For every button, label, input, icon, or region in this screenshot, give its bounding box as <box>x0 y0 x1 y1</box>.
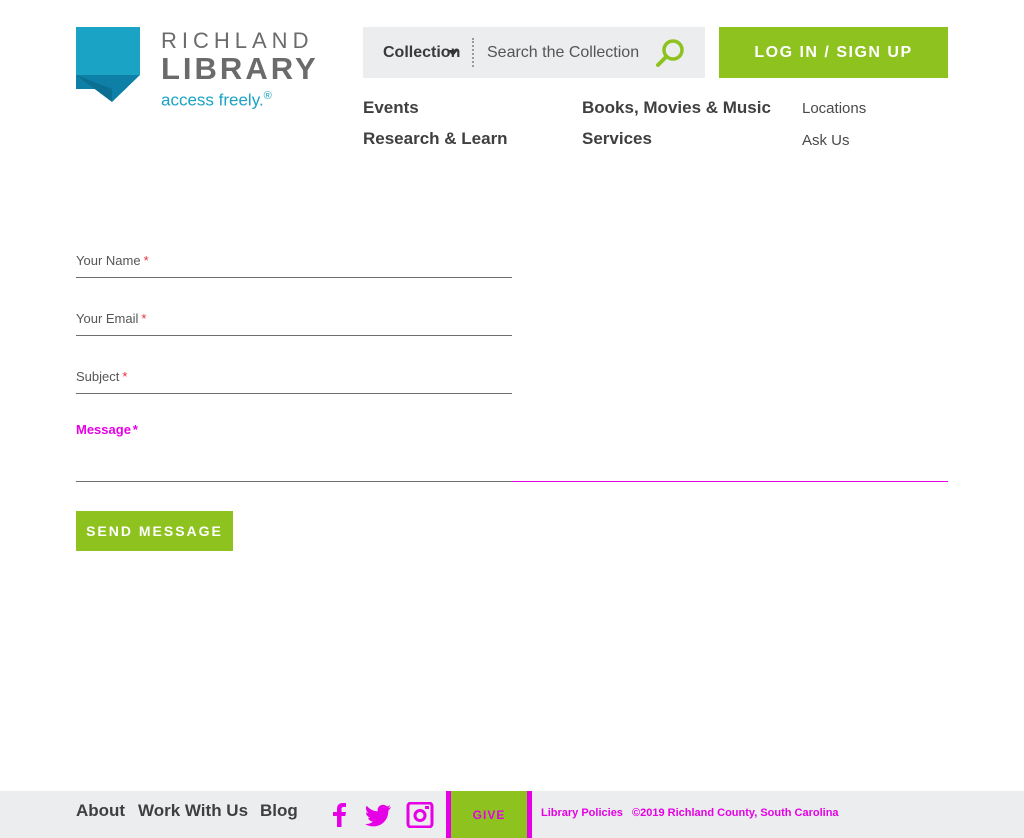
search-bar: Collection <box>363 27 705 78</box>
twitter-icon[interactable] <box>364 802 392 828</box>
footer-work-with-us-link[interactable]: Work With Us <box>138 801 248 821</box>
logo-name-line2: LIBRARY <box>161 51 319 86</box>
footer-about-link[interactable]: About <box>76 801 125 821</box>
name-label: Your Name * <box>76 253 149 268</box>
give-button[interactable]: GIVE <box>446 791 532 838</box>
subject-label: Subject * <box>76 369 128 384</box>
search-divider <box>472 38 474 67</box>
footer: About Work With Us Blog GIVE Library Pol… <box>0 791 1024 838</box>
nav-books-movies-music[interactable]: Books, Movies & Music <box>582 98 771 118</box>
logo-tagline: access freely.® <box>161 90 272 110</box>
search-scope-select[interactable]: Collection <box>383 27 473 78</box>
email-field[interactable]: Your Email * <box>76 306 512 336</box>
name-field[interactable]: Your Name * <box>76 248 512 278</box>
nav-services[interactable]: Services <box>582 129 652 149</box>
message-label: Message * <box>76 422 138 437</box>
library-policies-link[interactable]: Library Policies <box>541 807 623 819</box>
facebook-icon[interactable] <box>324 802 352 828</box>
footer-blog-link[interactable]: Blog <box>260 801 298 821</box>
message-field-underline <box>512 481 948 482</box>
email-label: Your Email * <box>76 311 147 326</box>
nav-events[interactable]: Events <box>363 98 419 118</box>
library-logo[interactable]: RICHLAND LIBRARY access freely.® <box>76 27 326 117</box>
instagram-icon[interactable] <box>406 802 434 828</box>
nav-locations[interactable]: Locations <box>802 100 866 117</box>
message-field[interactable] <box>76 481 512 482</box>
subject-field[interactable]: Subject * <box>76 364 512 394</box>
nav-ask-us[interactable]: Ask Us <box>802 132 850 149</box>
nav-research-learn[interactable]: Research & Learn <box>363 129 508 149</box>
search-input[interactable] <box>487 37 652 68</box>
logo-bookmark-icon <box>76 27 140 102</box>
footer-legal: Library Policies ©2019 Richland County, … <box>541 807 948 819</box>
search-icon[interactable] <box>655 37 687 69</box>
copyright-text: ©2019 Richland County, South Carolina <box>632 807 839 819</box>
login-signup-button[interactable]: LOG IN / SIGN UP <box>719 27 948 78</box>
send-message-button[interactable]: SEND MESSAGE <box>76 511 233 551</box>
chevron-down-icon <box>448 50 458 56</box>
